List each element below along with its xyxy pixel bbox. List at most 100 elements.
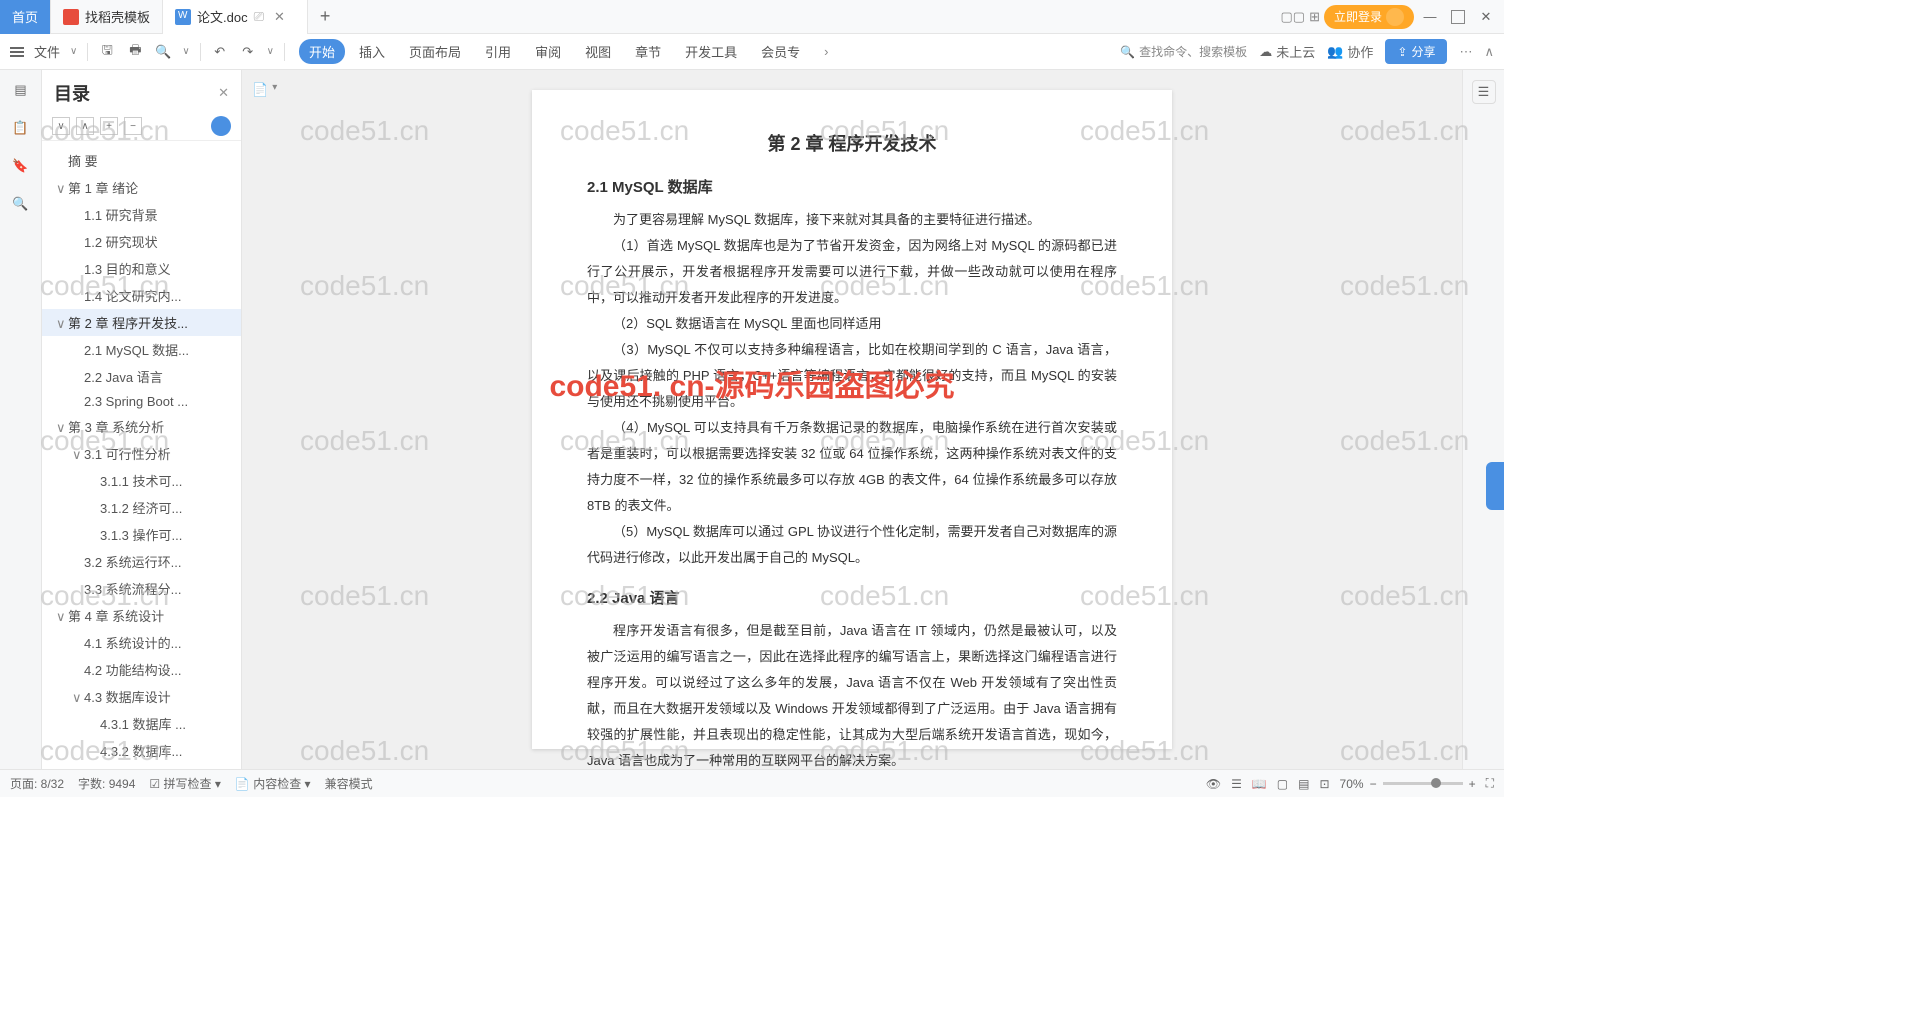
ribbon-tab-8[interactable]: 会员专 — [751, 39, 810, 64]
outline-item[interactable]: 2.2 Java 语言 — [42, 363, 241, 390]
search-panel-icon[interactable]: 🔍 — [11, 194, 31, 214]
paragraph: （2）SQL 数据语言在 MySQL 里面也同样适用 — [587, 311, 1117, 337]
outline-item[interactable]: 4.3.2 数据库... — [42, 737, 241, 764]
outline-item[interactable]: ∨第 1 章 绪论 — [42, 174, 241, 201]
layout-icon[interactable]: ▢▢ — [1281, 9, 1306, 25]
outline-item[interactable]: 3.1.1 技术可... — [42, 467, 241, 494]
outline-item[interactable]: 4.2 功能结构设... — [42, 656, 241, 683]
ribbon-tab-4[interactable]: 审阅 — [525, 39, 571, 64]
outline-item[interactable]: 1.1 研究背景 — [42, 201, 241, 228]
preview-icon[interactable]: 🔍 — [154, 43, 172, 61]
outline-item[interactable]: 1.3 目的和意义 — [42, 255, 241, 282]
tab-document[interactable]: 论文.doc ⎚ ✕ — [163, 0, 308, 34]
cloud-status[interactable]: ☁未上云 — [1259, 42, 1315, 61]
minimize-button[interactable]: — — [1418, 5, 1442, 29]
ribbon-tab-3[interactable]: 引用 — [475, 39, 521, 64]
new-tab-button[interactable]: + — [308, 6, 343, 27]
outline-item[interactable]: 1.4 论文研究内... — [42, 282, 241, 309]
tab-home[interactable]: 首页 — [0, 0, 51, 34]
page-icon[interactable]: ▢ — [1277, 777, 1288, 791]
close-icon[interactable]: ✕ — [218, 85, 229, 101]
tab-template[interactable]: 找稻壳模板 — [51, 0, 163, 34]
outline-item[interactable]: 1.2 研究现状 — [42, 228, 241, 255]
close-icon[interactable]: ✕ — [270, 9, 289, 25]
ribbon-tab-2[interactable]: 页面布局 — [399, 39, 471, 64]
command-search[interactable]: 🔍查找命令、搜索模板 — [1120, 43, 1247, 60]
read-icon[interactable]: ☰ — [1231, 777, 1242, 791]
outline-item[interactable]: 4.1 系统设计的... — [42, 629, 241, 656]
expand-all-icon[interactable]: ∧ — [76, 117, 94, 135]
chevron-down-icon[interactable]: ∨ — [267, 46, 274, 57]
outline-icon[interactable]: ▤ — [11, 80, 31, 100]
share-icon: ⇪ — [1397, 45, 1407, 59]
outline-item[interactable]: 摘 要 — [42, 147, 241, 174]
outline-item[interactable]: ∨第 3 章 系统分析 — [42, 413, 241, 440]
clipboard-icon[interactable]: 📋 — [11, 118, 31, 138]
chevron-down-icon[interactable]: ∨ — [70, 46, 77, 57]
ribbon-tab-7[interactable]: 开发工具 — [675, 39, 747, 64]
page-icon[interactable]: 📄 — [252, 82, 268, 98]
chat-icon[interactable] — [211, 116, 231, 136]
login-button[interactable]: 立即登录 — [1324, 5, 1414, 29]
chevron-down-icon[interactable]: ∨ — [182, 46, 189, 57]
page-indicator[interactable]: 页面: 8/32 — [10, 775, 64, 792]
print-icon[interactable]: 🖶 — [126, 43, 144, 61]
chapter-heading: 第 2 章 程序开发技术 — [587, 130, 1117, 156]
file-menu[interactable]: 文件 — [34, 42, 60, 61]
save-icon[interactable]: 🖫 — [98, 43, 116, 61]
more-icon[interactable]: ⋯ — [1459, 44, 1472, 60]
book-icon[interactable]: 📖 — [1252, 777, 1267, 791]
redo-icon[interactable]: ↷ — [239, 43, 257, 61]
word-count[interactable]: 字数: 9494 — [78, 775, 135, 792]
outline-item[interactable]: ∨第 4 章 系统设计 — [42, 602, 241, 629]
content-check[interactable]: 📄 内容检查 ▾ — [235, 775, 311, 792]
maximize-button[interactable] — [1446, 5, 1470, 29]
outline-item[interactable]: ∨4.3 数据库设计 — [42, 683, 241, 710]
ribbon-tab-0[interactable]: 开始 — [299, 39, 345, 64]
outline-item[interactable]: 3.3 系统流程分... — [42, 575, 241, 602]
bookmark-icon[interactable]: 🔖 — [11, 156, 31, 176]
outline-item[interactable]: 3.1.3 操作可... — [42, 521, 241, 548]
share-button[interactable]: ⇪分享 — [1385, 39, 1447, 64]
coop-button[interactable]: 👥协作 — [1327, 42, 1373, 61]
outline-item[interactable]: 2.1 MySQL 数据... — [42, 336, 241, 363]
expand-icon[interactable]: ∧ — [1484, 44, 1494, 60]
zoom-control[interactable]: 70% − + — [1340, 777, 1476, 791]
undo-icon[interactable]: ↶ — [211, 43, 229, 61]
outline-item[interactable]: 3.1.2 经济可... — [42, 494, 241, 521]
apps-icon[interactable]: ⊞ — [1309, 9, 1320, 25]
outline-title: 目录 — [54, 80, 90, 106]
document-area[interactable]: 📄▾ 第 2 章 程序开发技术 2.1 MySQL 数据库 为了更容易理解 My… — [242, 70, 1462, 769]
chevron-down-icon[interactable]: ▾ — [272, 82, 277, 98]
outline-item[interactable]: 第 5 章 系统实现 — [42, 764, 241, 769]
cloud-icon: ☁ — [1259, 44, 1272, 60]
ribbon-tab-6[interactable]: 章节 — [625, 39, 671, 64]
outline-item[interactable]: 4.3.1 数据库 ... — [42, 710, 241, 737]
remove-icon[interactable]: − — [124, 117, 142, 135]
outline-item[interactable]: 2.3 Spring Boot ... — [42, 390, 241, 413]
close-button[interactable]: ✕ — [1474, 5, 1498, 29]
zoom-out-icon[interactable]: − — [1370, 777, 1377, 791]
login-label: 立即登录 — [1334, 8, 1382, 25]
overflow-icon[interactable]: › — [824, 44, 828, 59]
panel-toggle-icon[interactable]: ☰ — [1472, 80, 1496, 104]
ribbon-tab-5[interactable]: 视图 — [575, 39, 621, 64]
add-icon[interactable]: + — [100, 117, 118, 135]
collapse-all-icon[interactable]: ∨ — [52, 117, 70, 135]
screen-icon[interactable]: ⎚ — [254, 9, 264, 25]
avatar-icon — [1386, 8, 1404, 26]
outline-item[interactable]: ∨3.1 可行性分析 — [42, 440, 241, 467]
ribbon-tab-1[interactable]: 插入 — [349, 39, 395, 64]
fullscreen-icon[interactable]: ⛶ — [1486, 776, 1494, 791]
zoom-in-icon[interactable]: + — [1469, 777, 1476, 791]
menu-icon[interactable] — [10, 47, 24, 57]
view-icon[interactable]: 👁 — [1206, 777, 1221, 791]
web-icon[interactable]: ▤ — [1298, 777, 1309, 791]
document-page: 第 2 章 程序开发技术 2.1 MySQL 数据库 为了更容易理解 MySQL… — [532, 90, 1172, 749]
outline-item[interactable]: ∨第 2 章 程序开发技... — [42, 309, 241, 336]
outline-item[interactable]: 3.2 系统运行环... — [42, 548, 241, 575]
side-handle[interactable] — [1486, 462, 1504, 510]
zoom-slider[interactable] — [1383, 782, 1463, 785]
fit-icon[interactable]: ⊡ — [1319, 777, 1329, 791]
spellcheck-toggle[interactable]: ☑ 拼写检查 ▾ — [149, 775, 220, 792]
